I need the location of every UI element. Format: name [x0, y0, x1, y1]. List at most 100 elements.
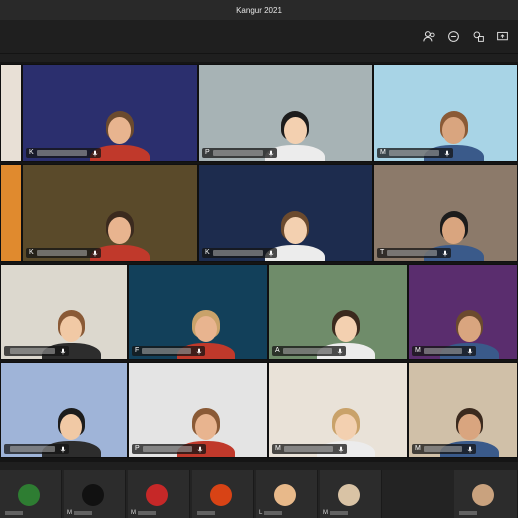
video-tile[interactable]: M — [373, 64, 518, 162]
participant-initial: P — [205, 149, 210, 156]
participant-avatar — [274, 484, 296, 506]
video-tile[interactable]: M — [408, 264, 518, 360]
redacted-name — [282, 348, 332, 354]
strip-participant-label: M — [67, 509, 94, 517]
video-tile[interactable] — [0, 64, 22, 162]
redacted-name — [283, 446, 333, 452]
microphone-muted-icon — [60, 348, 66, 354]
microphone-muted-icon — [60, 446, 66, 452]
participant-initial: F — [135, 347, 140, 354]
participant-initial: M — [131, 510, 136, 516]
redacted-name — [142, 348, 192, 354]
participant-avatar — [146, 484, 168, 506]
participant-name-label: M — [377, 148, 453, 158]
video-tile[interactable]: K — [22, 164, 198, 262]
microphone-muted-icon — [468, 446, 473, 452]
video-tile[interactable]: P — [198, 64, 373, 162]
strip-participant[interactable]: M — [64, 470, 126, 518]
video-tile[interactable]: P — [128, 362, 268, 458]
participant-initial: M — [415, 445, 421, 452]
participant-name-label: P — [132, 444, 206, 454]
video-tile[interactable]: M — [268, 362, 408, 458]
window-title-bar: Kangur 2021 — [0, 0, 518, 20]
strip-participant-label: M — [323, 509, 350, 517]
video-tile[interactable]: K — [22, 64, 198, 162]
redacted-name — [212, 150, 263, 156]
share-screen-icon[interactable] — [494, 28, 510, 44]
rooms-icon[interactable] — [470, 28, 486, 44]
participant-initial: A — [275, 347, 280, 354]
strip-participant[interactable]: M — [320, 470, 382, 518]
participant-name-label: P — [202, 148, 277, 158]
chat-icon[interactable] — [445, 28, 461, 44]
video-tile[interactable] — [0, 264, 128, 360]
redacted-name — [423, 348, 463, 354]
microphone-muted-icon — [268, 250, 273, 256]
strip-participant[interactable] — [0, 470, 62, 518]
participant-avatar — [472, 484, 494, 506]
redacted-name — [197, 511, 215, 515]
video-tile[interactable]: F — [128, 264, 268, 360]
redacted-name — [459, 511, 477, 515]
video-tile[interactable]: T — [373, 164, 518, 262]
participant-avatar — [338, 484, 360, 506]
redacted-name — [5, 511, 23, 515]
participant-name-label — [4, 444, 69, 454]
redacted-name — [142, 446, 192, 452]
video-tile[interactable]: A — [268, 264, 408, 360]
participant-name-label — [4, 346, 69, 356]
video-tile[interactable] — [0, 362, 128, 458]
participant-avatar — [82, 484, 104, 506]
participant-avatar — [210, 484, 232, 506]
participant-name-label: F — [132, 346, 206, 356]
participant-name-label: K — [26, 248, 101, 258]
participant-strip: MMLM — [0, 470, 518, 518]
redacted-name — [423, 446, 463, 452]
strip-participant[interactable]: L — [256, 470, 318, 518]
strip-participant-label — [3, 509, 25, 517]
window-title: Kangur 2021 — [236, 5, 282, 15]
redacted-name — [74, 511, 92, 515]
participant-avatar — [18, 484, 40, 506]
redacted-name — [264, 511, 283, 515]
participant-name-label: T — [377, 248, 452, 258]
participant-initial: K — [29, 249, 34, 256]
participant-name-label: K — [202, 248, 277, 258]
video-tile[interactable]: M — [408, 362, 518, 458]
microphone-muted-icon — [92, 250, 97, 256]
microphone-muted-icon — [196, 348, 202, 354]
microphone-muted-icon — [444, 150, 450, 156]
video-grid: K P M K K T F A M P M M — [0, 62, 518, 462]
strip-participant[interactable] — [192, 470, 254, 518]
meeting-toolbar — [0, 20, 518, 54]
strip-participant-label: M — [131, 509, 158, 517]
participant-name-label: M — [272, 444, 347, 454]
strip-participant-label: L — [259, 509, 284, 517]
participant-initial: M — [415, 347, 421, 354]
participant-initial: K — [205, 249, 210, 256]
microphone-muted-icon — [197, 446, 202, 452]
microphone-muted-icon — [468, 348, 473, 354]
video-tile[interactable] — [0, 164, 22, 262]
strip-participant[interactable] — [454, 470, 518, 518]
redacted-name — [36, 150, 87, 156]
participants-icon[interactable] — [421, 28, 437, 44]
strip-participant[interactable]: M — [128, 470, 190, 518]
participant-name-label: K — [26, 148, 101, 158]
microphone-muted-icon — [337, 348, 342, 354]
participant-name-label: M — [412, 346, 477, 356]
redacted-name — [10, 348, 55, 354]
video-tile[interactable]: K — [198, 164, 373, 262]
participant-initial: P — [135, 445, 140, 452]
redacted-name — [138, 511, 156, 515]
participant-initial: L — [259, 510, 263, 516]
redacted-name — [212, 250, 263, 256]
redacted-name — [10, 446, 55, 452]
redacted-name — [36, 250, 87, 256]
redacted-name — [330, 511, 348, 515]
participant-name-label: M — [412, 444, 477, 454]
participant-initial: M — [275, 445, 281, 452]
redacted-name — [388, 150, 439, 156]
participant-initial: M — [67, 510, 72, 516]
participant-name-label: A — [272, 346, 346, 356]
